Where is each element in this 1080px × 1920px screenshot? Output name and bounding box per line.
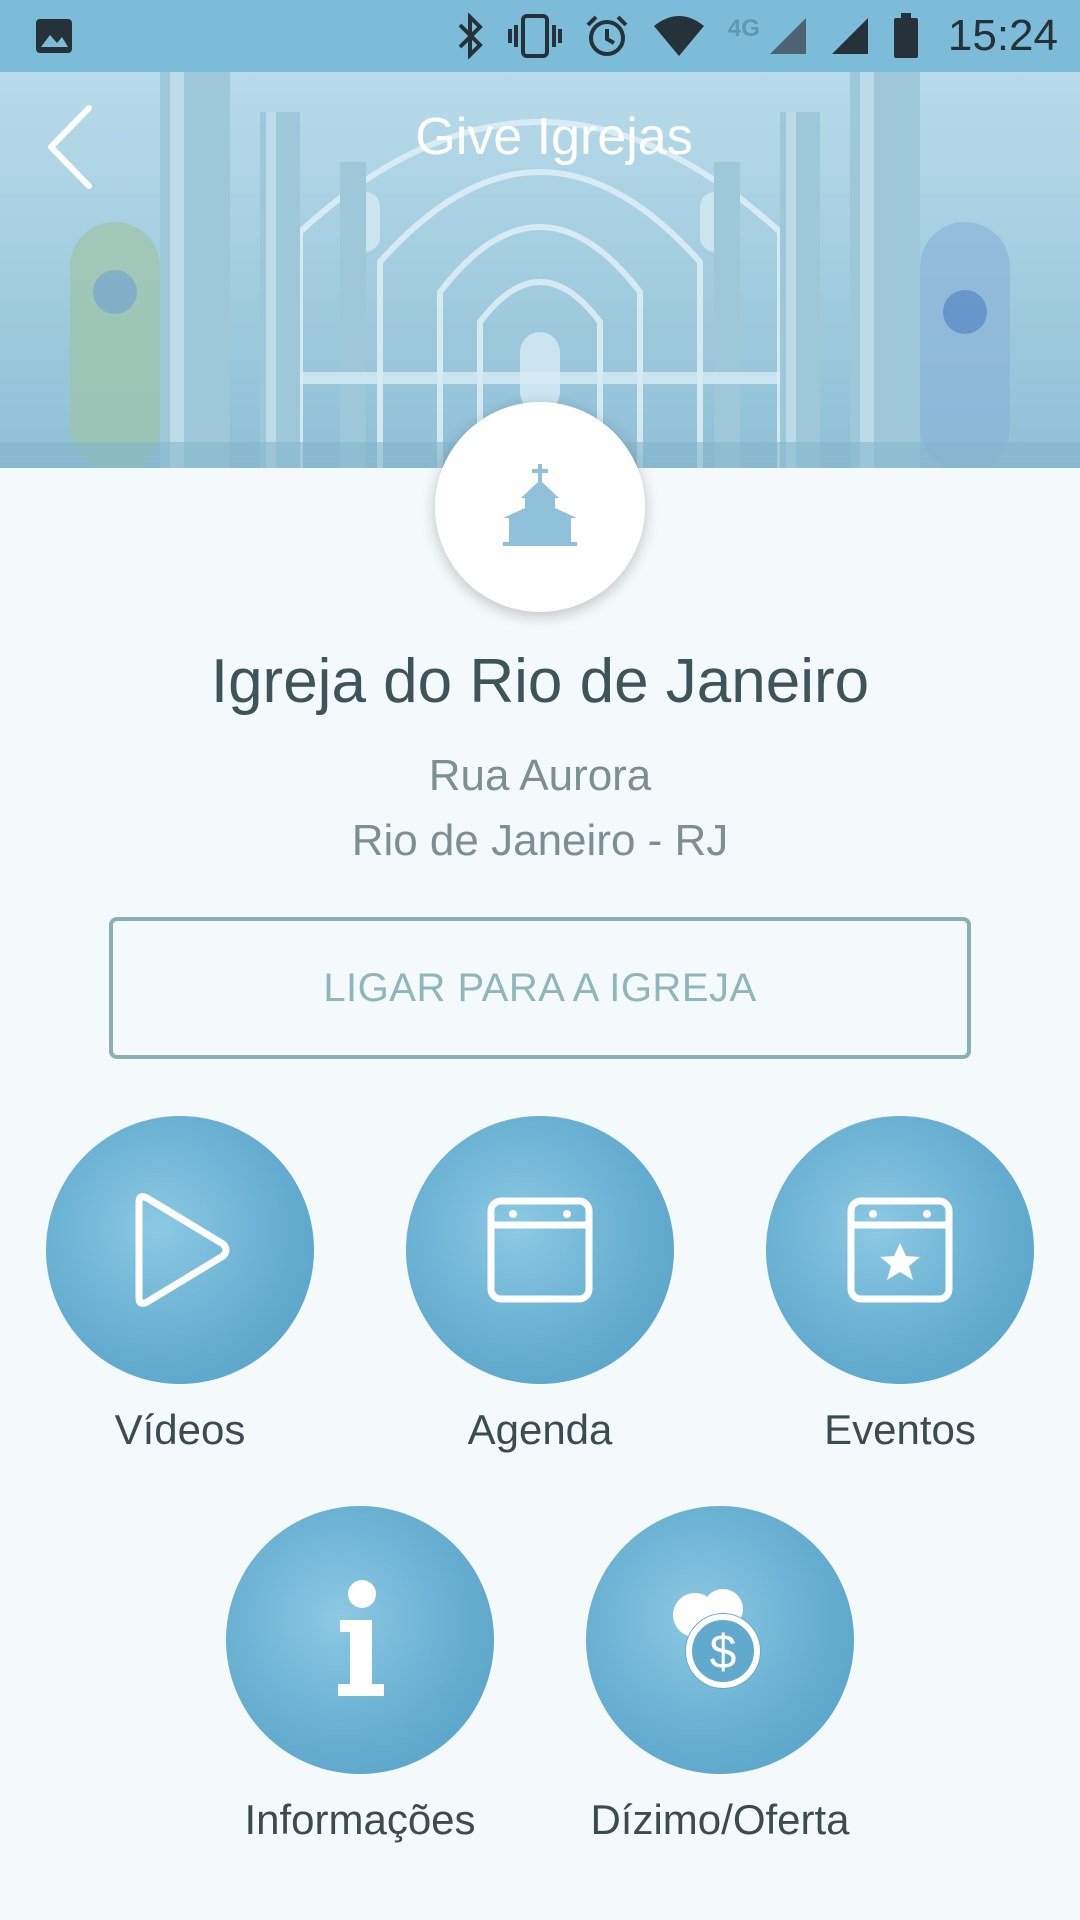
status-bar: 4G 15:24 xyxy=(0,0,1080,72)
tithe-offering-label: Dízimo/Oferta xyxy=(590,1796,850,1843)
church-name: Igreja do Rio de Janeiro xyxy=(210,647,870,716)
info-icon xyxy=(338,1580,384,1696)
videos-circle xyxy=(46,1116,314,1384)
videos-label: Vídeos xyxy=(114,1406,246,1453)
image-icon xyxy=(34,16,74,56)
calendar-icon xyxy=(487,1197,593,1303)
alarm-icon xyxy=(584,13,630,59)
events-circle xyxy=(766,1116,1034,1384)
signal-icon xyxy=(830,16,870,56)
vibrate-icon xyxy=(507,13,562,59)
call-church-button-label: LIGAR PARA A IGREJA xyxy=(323,965,757,1010)
play-icon xyxy=(135,1193,230,1307)
tithe-offering-circle: $ xyxy=(586,1506,854,1774)
coins-dollar-icon: $ xyxy=(673,1589,761,1689)
address-city: Rio de Janeiro - RJ xyxy=(351,816,729,865)
page-title: Give Igrejas xyxy=(415,108,693,166)
agenda-circle xyxy=(406,1116,674,1384)
agenda-label: Agenda xyxy=(467,1406,613,1453)
videos-button[interactable]: Vídeos xyxy=(30,1116,330,1458)
bluetooth-icon xyxy=(456,13,486,59)
events-button[interactable]: Eventos xyxy=(750,1116,1050,1458)
agenda-button[interactable]: Agenda xyxy=(390,1116,690,1458)
info-label: Informações xyxy=(244,1796,476,1843)
church-icon xyxy=(503,464,577,546)
church-avatar xyxy=(435,402,645,612)
network-type-label: 4G xyxy=(727,15,760,42)
battery-icon xyxy=(892,12,920,60)
call-church-button[interactable]: LIGAR PARA A IGREJA xyxy=(109,917,971,1059)
calendar-star-icon xyxy=(847,1197,953,1303)
address-street: Rua Aurora xyxy=(428,751,652,800)
clock: 15:24 xyxy=(947,11,1058,60)
info-circle xyxy=(226,1506,494,1774)
info-button[interactable]: Informações xyxy=(210,1506,510,1848)
signal-icon xyxy=(768,16,808,56)
wifi-icon xyxy=(652,14,706,58)
tithe-offering-button[interactable]: $ Dízimo/Oferta xyxy=(570,1506,870,1848)
events-label: Eventos xyxy=(824,1406,976,1453)
svg-text:$: $ xyxy=(710,1626,737,1679)
